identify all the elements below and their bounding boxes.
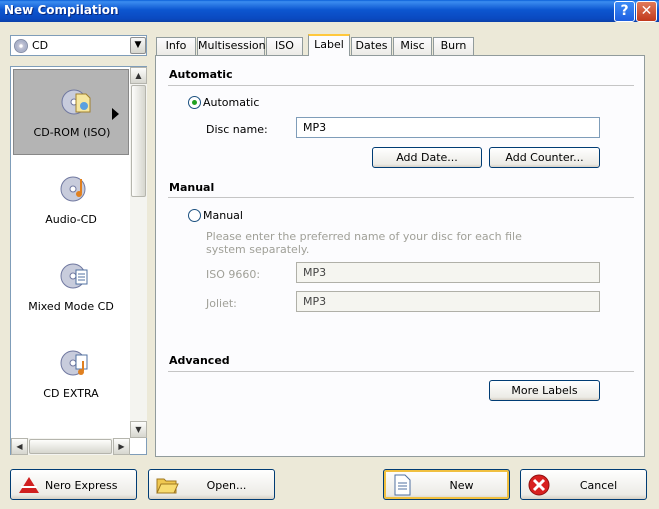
tab-iso[interactable]: ISO [266,37,303,55]
list-item-audio-cd[interactable]: Audio-CD [13,157,129,243]
manual-radio[interactable] [188,209,201,222]
list-item-label: Mixed Mode CD [28,300,114,313]
divider [168,197,634,198]
window-title: New Compilation [4,3,119,17]
scroll-down-icon[interactable]: ▼ [130,421,147,438]
disc-type-value: CD [32,39,49,52]
cd-extra-icon [60,350,88,376]
close-button[interactable]: ✕ [636,1,657,22]
horizontal-scrollbar[interactable]: ◀ ▶ [11,438,130,455]
scroll-left-icon[interactable]: ◀ [11,438,28,455]
nero-express-label: Nero Express [45,479,118,492]
list-item-label: Audio-CD [45,213,97,226]
disc-name-field[interactable]: MP3 [296,117,600,138]
horizontal-scroll-thumb[interactable] [29,439,112,454]
selected-arrow-icon [112,108,119,120]
scroll-up-icon[interactable]: ▲ [130,67,147,84]
list-item-label: CD-ROM (ISO) [33,126,111,139]
label-tab-panel: Automatic Automatic Disc name: MP3 Add D… [155,55,645,457]
automatic-radio[interactable] [188,96,201,109]
manual-hint-text: Please enter the preferred name of your … [206,230,522,256]
compilation-type-list[interactable]: CD-ROM (ISO) Audio-CD Mixed Mode CD CD E… [10,66,147,455]
vertical-scroll-thumb[interactable] [131,85,146,197]
new-button[interactable]: New [383,469,510,500]
iso-9660-label: ISO 9660: [206,268,261,281]
mixed-mode-cd-icon [60,263,88,289]
manual-radio-label: Manual [203,209,243,222]
tab-info[interactable]: Info [156,37,196,55]
joliet-field[interactable]: MP3 [296,291,600,312]
automatic-radio-label: Automatic [203,96,260,109]
disc-name-label: Disc name: [206,123,268,136]
joliet-label: Joliet: [206,297,237,310]
manual-section-title: Manual [169,181,215,194]
add-counter-button[interactable]: Add Counter... [489,147,600,168]
chevron-down-icon[interactable]: ▼ [130,37,146,54]
automatic-section-title: Automatic [169,68,233,81]
divider [168,371,634,372]
nero-express-button[interactable]: Nero Express [10,469,137,500]
tab-multisession[interactable]: Multisession [197,37,266,55]
tab-dates[interactable]: Dates [351,37,392,55]
advanced-section-title: Advanced [169,354,230,367]
list-item-cd-extra[interactable]: CD EXTRA [13,331,129,417]
cd-icon [14,39,28,53]
open-button[interactable]: Open... [148,469,275,500]
tab-burn[interactable]: Burn [433,37,474,55]
disc-type-select[interactable]: CD ▼ [10,35,147,56]
iso-9660-field[interactable]: MP3 [296,262,600,283]
tab-label[interactable]: Label [308,34,350,56]
add-date-button[interactable]: Add Date... [372,147,482,168]
nero-express-icon [19,477,39,493]
more-labels-button[interactable]: More Labels [489,380,600,401]
title-bar[interactable]: New Compilation ? ✕ [0,0,659,22]
tab-misc[interactable]: Misc [393,37,432,55]
scroll-right-icon[interactable]: ▶ [113,438,130,455]
cancel-label: Cancel [579,479,618,492]
cd-rom-iso-icon [61,89,91,115]
open-label: Open... [206,479,247,492]
divider [168,85,634,86]
list-item-cd-rom-iso[interactable]: CD-ROM (ISO) [13,69,129,155]
help-button[interactable]: ? [614,1,635,22]
audio-cd-icon [60,176,86,202]
list-item-label: CD EXTRA [43,387,99,400]
cancel-button[interactable]: Cancel [520,469,647,500]
list-item-mixed-mode-cd[interactable]: Mixed Mode CD [13,244,129,330]
new-label: New [449,479,474,492]
vertical-scrollbar[interactable]: ▲ ▼ [130,67,147,438]
